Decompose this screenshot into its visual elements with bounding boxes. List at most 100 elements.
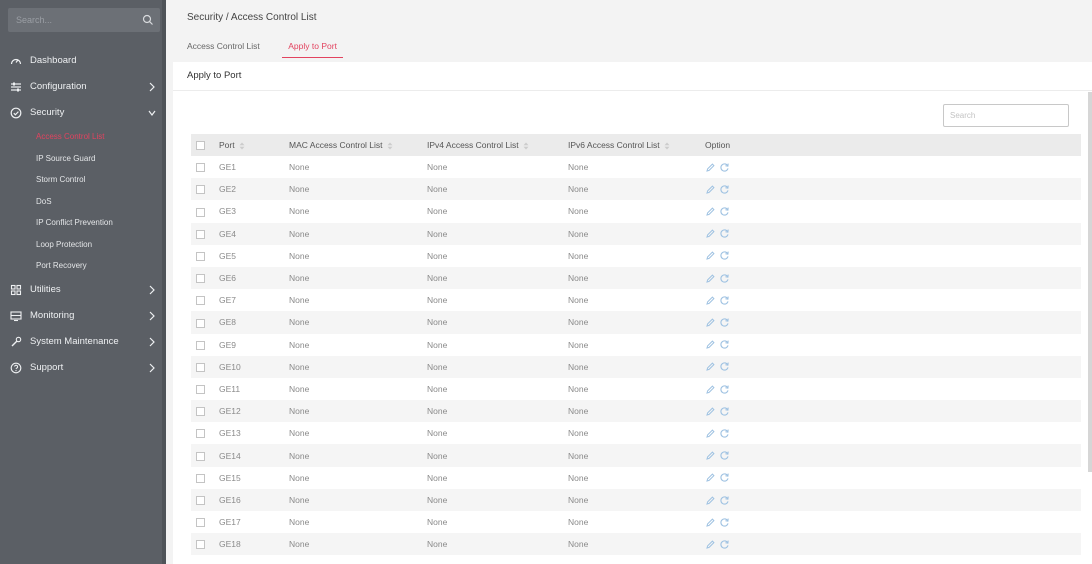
cell-option xyxy=(701,178,1081,201)
reset-icon[interactable] xyxy=(719,228,730,239)
reset-icon[interactable] xyxy=(719,295,730,306)
reset-icon[interactable] xyxy=(719,339,730,350)
row-checkbox[interactable] xyxy=(196,451,205,461)
column-header-label: IPv4 Access Control List xyxy=(427,140,519,150)
cell-ipv6-acl: None xyxy=(564,355,701,378)
sidebar-item-utilities[interactable]: Utilities xyxy=(0,277,166,303)
cell-mac-acl: None xyxy=(289,206,310,217)
panel-scrollbar[interactable] xyxy=(1088,92,1092,472)
table-search-input[interactable] xyxy=(943,104,1069,127)
edit-icon[interactable] xyxy=(705,406,716,417)
sidebar-subitem-loop-protection[interactable]: Loop Protection xyxy=(0,234,166,256)
row-checkbox[interactable] xyxy=(196,385,205,395)
row-checkbox[interactable] xyxy=(196,429,205,439)
tab-access-control-list[interactable]: Access Control List xyxy=(187,38,260,58)
row-checkbox[interactable] xyxy=(196,296,205,306)
edit-icon[interactable] xyxy=(705,184,716,195)
sidebar-item-label: Configuration xyxy=(30,81,87,92)
column-header-mac-acl[interactable]: MAC Access Control List xyxy=(285,134,423,156)
sidebar-subitem-ip-source-guard[interactable]: IP Source Guard xyxy=(0,148,166,170)
edit-icon[interactable] xyxy=(705,162,716,173)
sidebar-subitem-ip-conflict-prevention[interactable]: IP Conflict Prevention xyxy=(0,212,166,234)
sidebar-item-monitoring[interactable]: Monitoring xyxy=(0,303,166,329)
edit-icon[interactable] xyxy=(705,495,716,506)
row-checkbox[interactable] xyxy=(196,518,205,528)
cell-port: GE18 xyxy=(215,533,285,556)
reset-icon[interactable] xyxy=(719,517,730,528)
edit-icon[interactable] xyxy=(705,273,716,284)
sidebar-subitem-dos[interactable]: DoS xyxy=(0,191,166,213)
reset-icon[interactable] xyxy=(719,184,730,195)
row-checkbox[interactable] xyxy=(196,407,205,417)
reset-icon[interactable] xyxy=(719,472,730,483)
cell-port: GE14 xyxy=(215,444,285,467)
edit-icon[interactable] xyxy=(705,361,716,372)
edit-icon[interactable] xyxy=(705,472,716,483)
row-checkbox[interactable] xyxy=(196,496,205,506)
row-checkbox[interactable] xyxy=(196,274,205,284)
edit-icon[interactable] xyxy=(705,228,716,239)
edit-icon[interactable] xyxy=(705,450,716,461)
cell-port: GE11 xyxy=(219,383,241,394)
edit-icon[interactable] xyxy=(705,295,716,306)
column-header-port[interactable]: Port xyxy=(215,134,285,156)
edit-icon[interactable] xyxy=(705,428,716,439)
row-checkbox[interactable] xyxy=(196,362,205,372)
row-checkbox[interactable] xyxy=(196,540,205,550)
reset-icon[interactable] xyxy=(719,361,730,372)
sidebar-search-input[interactable] xyxy=(8,8,138,32)
sidebar-subitem-port-recovery[interactable]: Port Recovery xyxy=(0,255,166,277)
column-header-ipv6-acl[interactable]: IPv6 Access Control List xyxy=(564,134,701,156)
row-checkbox[interactable] xyxy=(196,163,205,173)
sidebar-item-support[interactable]: Support xyxy=(0,355,166,381)
cell-ipv4-acl: None xyxy=(423,400,564,423)
table-row: GE17 None None None xyxy=(191,511,1081,533)
cell-ipv4-acl: None xyxy=(427,428,448,439)
edit-icon[interactable] xyxy=(705,206,716,217)
cell-option xyxy=(701,266,1081,290)
reset-icon[interactable] xyxy=(719,250,730,261)
row-checkbox[interactable] xyxy=(196,207,205,217)
edit-icon[interactable] xyxy=(705,517,716,528)
reset-icon[interactable] xyxy=(719,162,730,173)
sidebar-item-dashboard[interactable]: Dashboard xyxy=(0,48,166,74)
sidebar-item-security[interactable]: Security xyxy=(0,100,166,126)
edit-icon[interactable] xyxy=(705,250,716,261)
reset-icon[interactable] xyxy=(719,317,730,328)
table-row: GE14 None None None xyxy=(191,444,1081,467)
sidebar-item-system-maintenance[interactable]: System Maintenance xyxy=(0,329,166,355)
cell-ipv6-acl: None xyxy=(564,178,701,201)
reset-icon[interactable] xyxy=(719,539,730,550)
sidebar-subitem-storm-control[interactable]: Storm Control xyxy=(0,169,166,191)
row-checkbox[interactable] xyxy=(196,318,205,328)
row-checkbox[interactable] xyxy=(196,229,205,239)
cell-ipv6-acl: None xyxy=(568,517,589,528)
search-icon[interactable] xyxy=(142,14,154,26)
row-checkbox[interactable] xyxy=(196,340,205,350)
column-header-option: Option xyxy=(701,134,1081,156)
row-checkbox[interactable] xyxy=(196,185,205,195)
reset-icon[interactable] xyxy=(719,428,730,439)
edit-icon[interactable] xyxy=(705,339,716,350)
reset-icon[interactable] xyxy=(719,273,730,284)
column-header-ipv4-acl[interactable]: IPv4 Access Control List xyxy=(423,134,564,156)
port-acl-table: Port MAC Access Control List IPv4 Access… xyxy=(191,134,1081,556)
sidebar-item-configuration[interactable]: Configuration xyxy=(0,74,166,100)
reset-icon[interactable] xyxy=(719,450,730,461)
reset-icon[interactable] xyxy=(719,384,730,395)
edit-icon[interactable] xyxy=(705,317,716,328)
edit-icon[interactable] xyxy=(705,384,716,395)
reset-icon[interactable] xyxy=(719,406,730,417)
select-all-checkbox[interactable] xyxy=(196,141,205,151)
reset-icon[interactable] xyxy=(719,206,730,217)
table-row: GE13 None None None xyxy=(191,422,1081,444)
edit-icon[interactable] xyxy=(705,539,716,550)
tab-apply-to-port[interactable]: Apply to Port xyxy=(282,38,343,58)
reset-icon[interactable] xyxy=(719,495,730,506)
cell-mac-acl: None xyxy=(289,162,310,173)
table-row: GE5 None None None xyxy=(191,245,1081,267)
row-checkbox[interactable] xyxy=(196,473,205,483)
sidebar-subitem-access-control-list[interactable]: Access Control List xyxy=(0,126,166,148)
row-checkbox[interactable] xyxy=(196,251,205,261)
apply-to-port-panel: Apply to Port Port MAC Access Control Li… xyxy=(173,62,1092,564)
